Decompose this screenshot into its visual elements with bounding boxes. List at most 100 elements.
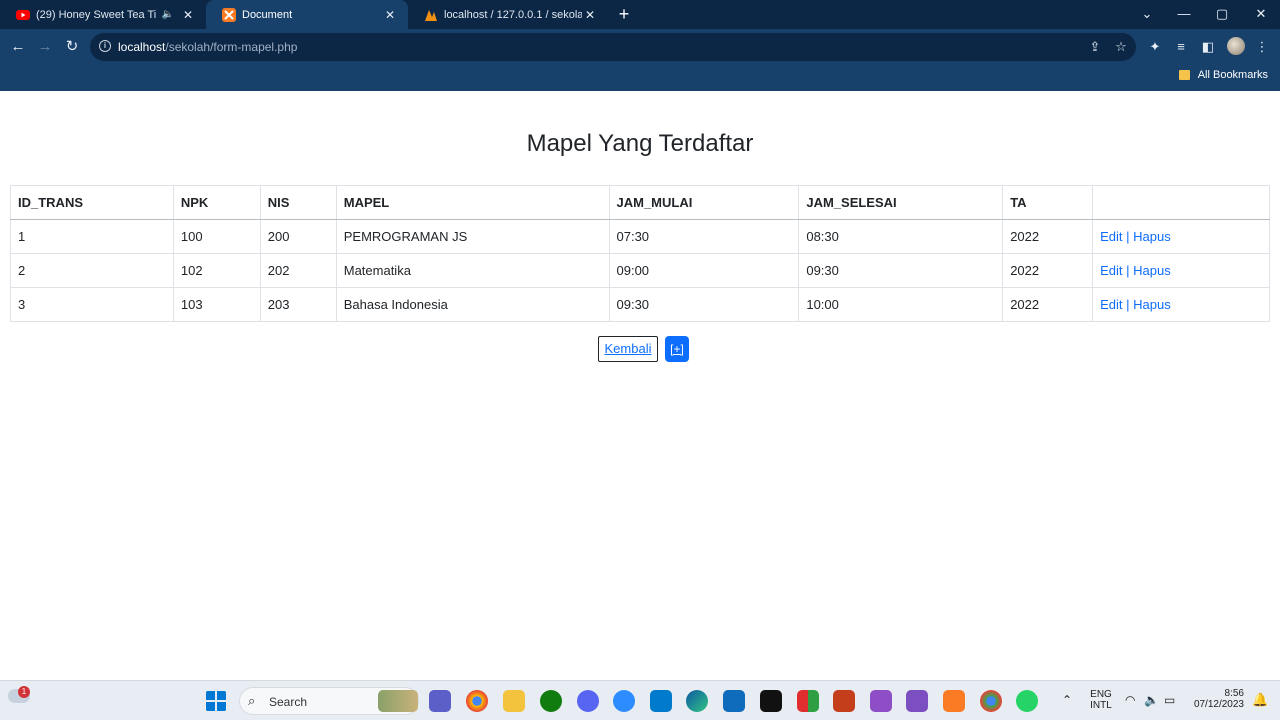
teams-chat-icon[interactable] [429,690,451,712]
cell-jam-mulai: 09:30 [608,287,800,322]
tab-title: localhost / 127.0.0.1 / sekolah / t [444,8,582,21]
volume-icon[interactable]: 🔈 [1144,693,1159,707]
tab-youtube[interactable]: (29) Honey Sweet Tea Time 🔈 ✕ [0,0,206,29]
table-row: 2 102 202 Matematika 09:00 09:30 2022 Ed… [10,253,1270,288]
bookmarks-bar: All Bookmarks [0,65,1280,91]
header-ta: TA [1002,185,1094,220]
chrome-icon[interactable] [466,690,488,712]
cell-npk: 100 [172,219,261,254]
site-info-icon[interactable]: i [99,40,111,52]
cell-npk: 102 [172,253,261,288]
add-button[interactable]: [+] [665,336,689,362]
close-tab-icon[interactable]: ✕ [382,8,398,22]
tab-title: Document [242,8,293,21]
zoom-icon[interactable] [613,690,635,712]
cell-jam-selesai: 09:30 [798,253,1004,288]
delete-link[interactable]: Hapus [1133,297,1171,312]
store-icon[interactable] [723,690,745,712]
edge-icon[interactable] [686,690,708,712]
bookmark-star-icon[interactable]: ☆ [1113,39,1129,55]
page-content: Mapel Yang Terdaftar ID_TRANS NPK NIS MA… [0,91,1280,680]
address-bar[interactable]: i localhost/sekolah/form-mapel.php ⇪ ☆ [90,33,1136,61]
file-explorer-icon[interactable] [503,690,525,712]
header-id-trans: ID_TRANS [10,185,174,220]
back-arrow-icon[interactable]: ← [7,36,29,58]
new-tab-button[interactable]: + [613,3,635,25]
battery-icon[interactable]: ▭ [1164,693,1175,707]
header-npk: NPK [172,185,261,220]
all-bookmarks-button[interactable]: All Bookmarks [1178,69,1268,81]
separator: | [1126,297,1130,312]
edit-link[interactable]: Edit [1100,229,1122,244]
mapel-table: ID_TRANS NPK NIS MAPEL JAM_MULAI JAM_SEL… [10,185,1270,322]
cell-nis: 200 [259,219,337,254]
url-host: localhost [118,40,166,54]
header-jam-mulai: JAM_MULAI [608,185,800,220]
menu-kebab-icon[interactable]: ⋮ [1252,37,1272,57]
visual-studio-icon[interactable] [906,690,928,712]
app-purple-icon[interactable] [870,690,892,712]
notification-bell-icon[interactable]: 🔔 [1252,692,1268,708]
search-label: Search [269,695,308,709]
url-text[interactable]: localhost/sekolah/form-mapel.php [118,40,297,54]
tab-document[interactable]: Document ✕ [206,0,408,29]
forward-arrow-icon[interactable]: → [34,36,56,58]
page-title: Mapel Yang Terdaftar [526,130,754,157]
header-mapel: MAPEL [335,185,610,220]
minimize-button[interactable]: — [1165,0,1203,29]
cell-ta: 2022 [1002,219,1094,254]
speaker-icon[interactable]: 🔈 [162,9,174,20]
cell-nis: 203 [259,287,337,322]
edit-link[interactable]: Edit [1100,297,1122,312]
delete-link[interactable]: Hapus [1133,263,1171,278]
tab-phpmyadmin[interactable]: localhost / 127.0.0.1 / sekolah / t ✕ [408,0,608,29]
close-tab-icon[interactable]: ✕ [180,8,196,22]
cell-jam-selesai: 08:30 [798,219,1004,254]
cell-jam-selesai: 10:00 [798,287,1004,322]
whatsapp-icon[interactable] [1016,690,1038,712]
cell-id-trans: 1 [10,219,174,254]
xbox-icon[interactable] [540,690,562,712]
maximize-button[interactable]: ▢ [1203,0,1241,29]
cell-mapel: Matematika [335,253,610,288]
cell-actions: Edit | Hapus [1092,219,1270,254]
chevron-up-icon[interactable]: ⌃ [1062,693,1072,707]
clock-date: 07/12/2023 [1193,699,1244,710]
extensions-icon[interactable]: ✦ [1145,37,1165,57]
separator: | [1126,229,1130,244]
cell-actions: Edit | Hapus [1092,253,1270,288]
discord-icon[interactable] [577,690,599,712]
cell-npk: 103 [172,287,261,322]
close-tab-icon[interactable]: ✕ [582,8,598,22]
powerpoint-icon[interactable] [833,690,855,712]
wifi-icon[interactable]: ◠ [1125,693,1135,707]
vscode-icon[interactable] [650,690,672,712]
cell-nis: 202 [259,253,337,288]
cell-id-trans: 3 [10,287,174,322]
nvidia-icon[interactable] [760,690,782,712]
xampp-icon [222,7,236,22]
search-icon: ⌕ [248,693,256,708]
delete-link[interactable]: Hapus [1133,229,1171,244]
windows-taskbar: 1 ⌕ Search ⌃ ENG INTL ◠ 🔈 ▭ 8:56 07/12/2… [0,680,1280,720]
clock[interactable]: 8:56 07/12/2023 [1188,688,1244,710]
side-panel-icon[interactable]: ◧ [1198,37,1218,57]
table-row: 1 100 200 PEMROGRAMAN JS 07:30 08:30 202… [10,219,1270,254]
tab-search-chevron-icon[interactable]: ⌄ [1128,0,1166,29]
share-icon[interactable]: ⇪ [1087,39,1103,55]
media-queue-icon[interactable]: ≡ [1171,37,1191,57]
xampp-taskbar-icon[interactable] [943,690,965,712]
chrome-active-icon[interactable] [980,690,1002,712]
reload-icon[interactable]: ↻ [61,36,83,58]
edit-link[interactable]: Edit [1100,263,1122,278]
language-indicator[interactable]: ENG INTL [1090,689,1112,711]
windows-start-icon[interactable] [205,690,227,712]
profile-avatar[interactable] [1227,37,1245,55]
back-button[interactable]: Kembali [598,336,658,362]
cell-mapel: PEMROGRAMAN JS [335,219,610,254]
lang-top: ENG [1090,689,1112,700]
app-icon[interactable] [797,690,819,712]
cell-mapel: Bahasa Indonesia [335,287,610,322]
table-header-row: ID_TRANS NPK NIS MAPEL JAM_MULAI JAM_SEL… [10,185,1270,220]
close-window-button[interactable]: ✕ [1242,0,1280,29]
